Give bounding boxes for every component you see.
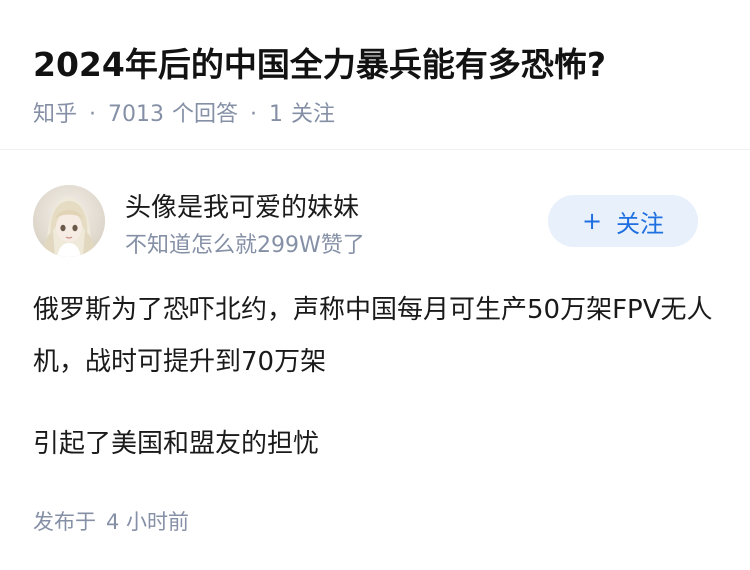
plus-icon: +: [581, 207, 603, 235]
publish-time: 发布于 4 小时前: [33, 506, 189, 536]
published-label: 发布于: [33, 510, 96, 534]
author-row: 头像是我可爱的妹妹 不知道怎么就299W赞了 + 关注: [33, 185, 723, 265]
question-title[interactable]: 2024年后的中国全力暴兵能有多恐怖?: [33, 38, 606, 86]
answer-count[interactable]: 7013: [108, 102, 164, 127]
answer-paragraph: 引起了美国和盟友的担忧: [33, 429, 320, 459]
question-meta: 知乎 · 7013 个回答 · 1 关注: [33, 96, 335, 128]
follow-button-label: 关注: [616, 209, 665, 238]
separator-dot: ·: [89, 102, 97, 127]
avatar-image: [33, 185, 105, 257]
separator-dot: ·: [250, 102, 258, 127]
follow-count-label[interactable]: 关注: [291, 102, 335, 127]
follow-count[interactable]: 1: [269, 102, 283, 127]
answer-content: 俄罗斯为了恐吓北约，声称中国每月可生产50万架FPV无人机，战时可提升到70万架…: [33, 284, 723, 500]
avatar[interactable]: [33, 185, 105, 257]
question-header: 2024年后的中国全力暴兵能有多恐怖? 知乎 · 7013 个回答 · 1 关注: [0, 0, 750, 150]
follow-button[interactable]: + 关注: [548, 195, 698, 247]
answer-count-label[interactable]: 个回答: [172, 102, 238, 127]
author-description: 不知道怎么就299W赞了: [125, 233, 365, 258]
answer-paragraph: 俄罗斯为了恐吓北约，声称中国每月可生产50万架FPV无人机，战时可提升到70万架: [33, 295, 713, 377]
author-name[interactable]: 头像是我可爱的妹妹: [125, 187, 359, 224]
published-time-value: 4 小时前: [106, 510, 190, 534]
source-label[interactable]: 知乎: [33, 102, 77, 127]
